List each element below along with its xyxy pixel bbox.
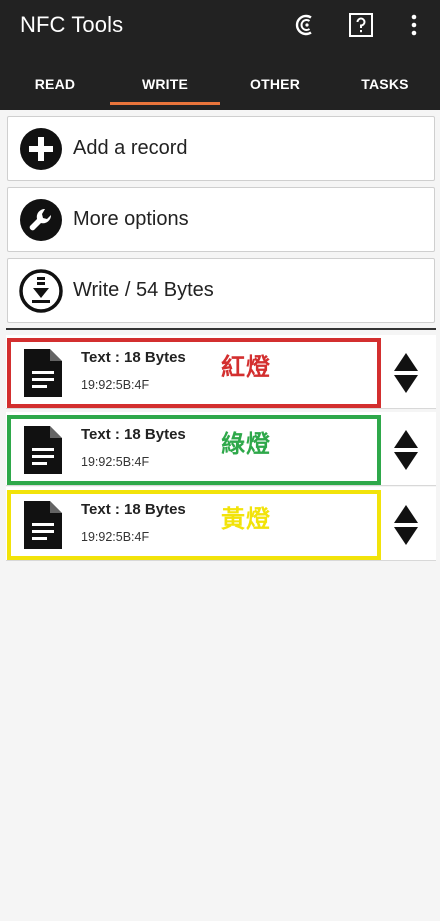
document-icon: [24, 426, 62, 474]
record-title: Text : 18 Bytes: [81, 501, 186, 518]
tab-write[interactable]: WRITE: [110, 64, 220, 110]
reorder-icon[interactable]: [394, 351, 418, 393]
more-options-label: More options: [73, 208, 189, 230]
add-circle-icon: [20, 127, 62, 170]
more-options-button[interactable]: More options: [7, 187, 435, 252]
document-icon: [24, 501, 62, 549]
record-highlight-box: [7, 338, 381, 408]
tab-tasks[interactable]: TASKS: [330, 64, 440, 110]
add-record-label: Add a record: [73, 137, 188, 159]
nfc-c-icon[interactable]: [292, 10, 322, 40]
record-annotation: 綠燈: [221, 429, 271, 458]
app-title: NFC Tools: [20, 12, 124, 37]
record-highlight-box: [7, 490, 381, 560]
record-item[interactable]: Text : 18 Bytes 19:92:5B:4F 紅燈: [6, 335, 436, 409]
reorder-icon[interactable]: [394, 428, 418, 470]
add-record-button[interactable]: Add a record: [7, 116, 435, 181]
record-highlight-box: [7, 415, 381, 485]
record-annotation: 紅燈: [221, 352, 271, 381]
record-item[interactable]: Text : 18 Bytes 19:92:5B:4F 黃燈: [6, 487, 436, 561]
tab-bar: READ WRITE OTHER TASKS: [0, 64, 440, 110]
record-annotation: 黃燈: [221, 504, 271, 533]
record-id: 19:92:5B:4F: [81, 530, 150, 544]
document-icon: [24, 349, 62, 397]
more-vert-icon[interactable]: [400, 10, 428, 40]
tab-other[interactable]: OTHER: [220, 64, 330, 110]
record-id: 19:92:5B:4F: [81, 378, 150, 392]
record-title: Text : 18 Bytes: [81, 426, 186, 443]
record-id: 19:92:5B:4F: [81, 455, 150, 469]
write-button[interactable]: Write / 54 Bytes: [7, 258, 435, 323]
reorder-icon[interactable]: [394, 503, 418, 545]
record-title: Text : 18 Bytes: [81, 349, 186, 366]
write-label: Write / 54 Bytes: [73, 279, 214, 301]
record-item[interactable]: Text : 18 Bytes 19:92:5B:4F 綠燈: [6, 412, 436, 486]
divider: [6, 328, 436, 330]
write-download-icon: [19, 268, 63, 313]
wrench-icon: [20, 198, 62, 241]
help-icon[interactable]: [346, 10, 376, 40]
app-bar: NFC Tools READ WRITE OTHER TASKS: [0, 0, 440, 110]
tab-read[interactable]: READ: [0, 64, 110, 110]
